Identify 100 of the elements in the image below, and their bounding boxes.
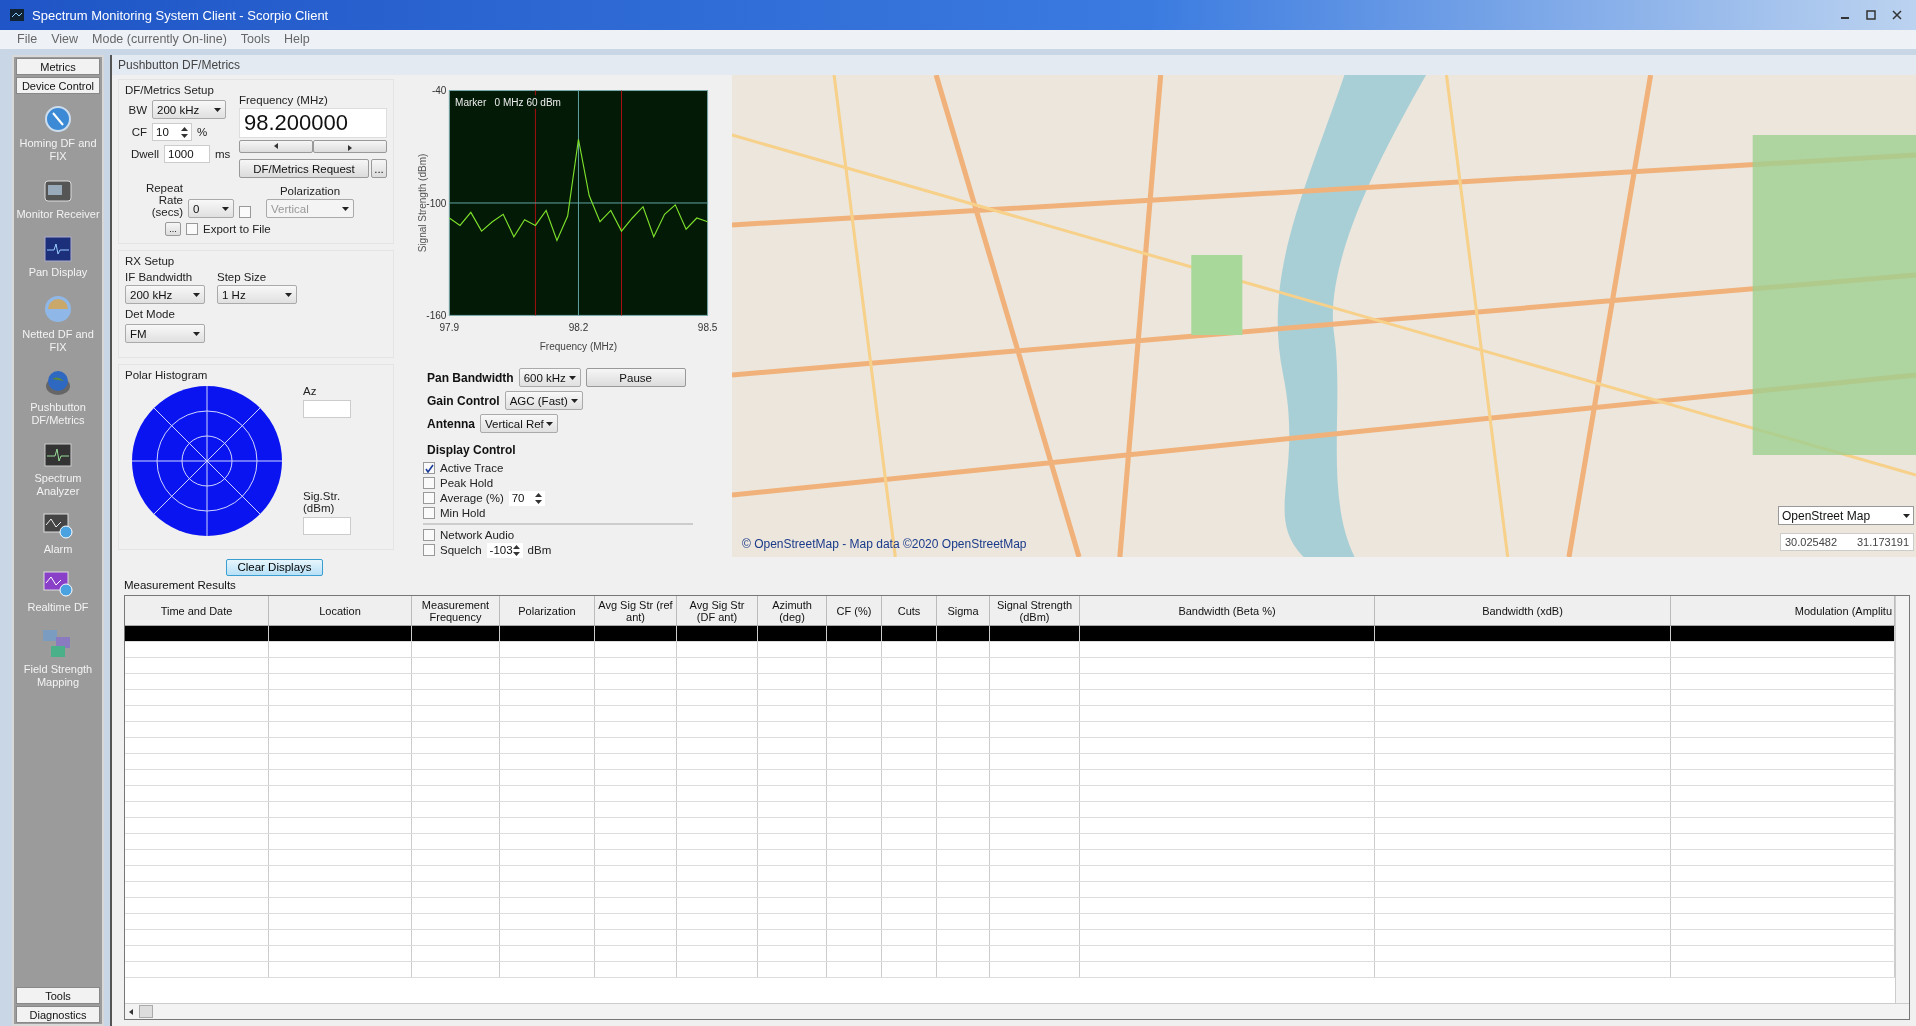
option-dropdown[interactable]: AGC (Fast) — [504, 391, 583, 410]
clear-displays-button[interactable]: Clear Displays — [226, 558, 323, 576]
sidebar-tab[interactable]: Tools — [16, 987, 100, 1004]
column-header[interactable]: Sigma — [937, 596, 990, 625]
dropdown-caret-icon — [568, 375, 576, 380]
checkbox-label: Average (%) — [440, 492, 504, 504]
tick-label: 98.2 — [568, 321, 589, 333]
receiver-device-icon — [44, 178, 72, 204]
menu-item[interactable]: File — [12, 30, 47, 49]
horizontal-scrollbar[interactable] — [125, 1003, 1909, 1019]
menu-item[interactable]: Tools — [235, 30, 279, 49]
request-button[interactable]: DF/Metrics Request — [239, 159, 369, 178]
control-label: Pan Bandwidth — [427, 370, 514, 385]
field-label: IF Bandwidth — [125, 271, 194, 283]
frequency-field[interactable]: 98.200000 — [239, 108, 387, 138]
menu-item[interactable]: Mode (currently On-line) — [87, 30, 236, 49]
spinner-arrows-icon[interactable] — [534, 492, 542, 504]
table-row[interactable] — [125, 626, 1895, 642]
column-header[interactable]: Time and Date — [125, 596, 269, 625]
menu-item[interactable]: View — [46, 30, 88, 49]
section-title: Measurement Results — [123, 578, 237, 593]
vertical-scrollbar[interactable] — [1895, 596, 1909, 1003]
if-bandwidth-dropdown[interactable]: 200 kHz — [125, 285, 205, 304]
checkbox[interactable] — [186, 223, 198, 235]
checkbox-label: Peak Hold — [440, 477, 494, 489]
group-title: DF/Metrics Setup — [125, 84, 215, 96]
det-mode-dropdown[interactable]: FM — [125, 324, 205, 343]
dropdown-caret-icon — [570, 398, 578, 403]
signal-strength-field — [303, 517, 351, 535]
sidebar-tab[interactable]: Device Control — [16, 77, 100, 94]
tick-label: -40 — [431, 85, 447, 97]
option-dropdown[interactable]: 600 kHz — [518, 368, 581, 387]
step-size-dropdown[interactable]: 1 Hz — [217, 285, 297, 304]
latitude-text: 30.025482 — [1785, 536, 1837, 548]
increment-button[interactable] — [313, 140, 387, 153]
azimuth-field — [303, 400, 351, 418]
map-layer-dropdown[interactable]: OpenStreet Map — [1778, 506, 1914, 525]
column-header[interactable]: Signal Strength (dBm) — [990, 596, 1080, 625]
section-title: Display Control — [427, 443, 517, 457]
dropdown-caret-icon — [546, 421, 553, 426]
map-attribution: © OpenStreetMap - Map data ©2020 OpenStreetMap — [742, 537, 1027, 551]
field-label: CF — [130, 126, 147, 138]
field-label: Sig.Str. (dBm) — [303, 490, 342, 514]
decrement-button[interactable] — [239, 140, 313, 153]
field-label: Det Mode — [125, 308, 176, 320]
pause-button[interactable]: Pause — [585, 368, 686, 387]
option-dropdown[interactable]: Vertical Ref — [480, 414, 558, 433]
cf-spin-field[interactable]: 10 — [152, 123, 192, 141]
checkbox[interactable] — [423, 492, 435, 504]
repeat-dropdown[interactable]: 0 — [188, 199, 234, 218]
dropdown-caret-icon — [285, 292, 292, 297]
spectrum-analyzer-icon — [44, 442, 72, 468]
dropdown-caret-icon — [1903, 513, 1910, 518]
checkbox[interactable] — [423, 507, 435, 519]
checkbox-label: Export to File — [203, 223, 271, 235]
scrollbar-thumb[interactable] — [139, 1005, 153, 1018]
sidebar-tab[interactable]: Diagnostics — [16, 1006, 100, 1023]
spinner-arrows-icon[interactable] — [181, 126, 188, 138]
spinner-arrows-icon[interactable] — [512, 544, 520, 556]
column-header[interactable]: Polarization — [500, 596, 595, 625]
tick-label: 98.5 — [697, 321, 718, 333]
globe-button-icon — [44, 369, 72, 397]
checkbox[interactable] — [239, 206, 251, 218]
checkbox[interactable] — [423, 529, 435, 541]
globe-icon — [43, 294, 73, 324]
column-header[interactable]: Location — [269, 596, 412, 625]
alarm-clock-icon — [43, 513, 73, 539]
window-title: Spectrum Monitoring System Client - Scorpio Client — [32, 7, 330, 23]
column-header[interactable]: CF (%) — [827, 596, 882, 625]
browse-button[interactable]: ... — [165, 222, 181, 236]
column-header[interactable]: Bandwidth (xdB) — [1375, 596, 1671, 625]
sidebar-tab[interactable]: Metrics — [16, 58, 100, 75]
panel-title: Pushbutton DF/Metrics — [112, 55, 1916, 75]
axis-title: Frequency (MHz) — [539, 340, 618, 352]
checkbox-label: Active Trace — [440, 462, 504, 474]
column-header[interactable]: Bandwidth (Beta %) — [1080, 596, 1375, 625]
spin-field[interactable]: 70 — [508, 490, 545, 506]
bandwidth-dropdown[interactable]: 200 kHz — [152, 100, 226, 119]
column-header[interactable]: Measurement Frequency — [412, 596, 500, 625]
checkbox[interactable] — [423, 462, 435, 474]
menu-item[interactable]: Help — [279, 30, 319, 49]
dropdown-caret-icon — [222, 206, 229, 211]
checkbox[interactable] — [423, 544, 435, 556]
column-header[interactable]: Azimuth (deg) — [758, 596, 827, 625]
unit-label: dBm — [527, 544, 552, 556]
more-button[interactable]: ... — [371, 159, 387, 178]
column-header[interactable]: Cuts — [882, 596, 937, 625]
checkbox[interactable] — [423, 477, 435, 489]
dropdown-caret-icon — [193, 292, 200, 297]
column-header[interactable]: Avg Sig Str (DF ant) — [677, 596, 758, 625]
left-arrow-icon[interactable] — [129, 1008, 133, 1015]
unit-label: ms — [215, 148, 231, 160]
field-label: BW — [127, 103, 147, 116]
column-header[interactable]: Avg Sig Str (ref ant) — [595, 596, 677, 625]
group-title: Polar Histogram — [125, 369, 209, 381]
right-arrow-icon — [348, 145, 352, 151]
map-placeholder[interactable]: © OpenStreetMap - Map data ©2020 OpenStreetMap OpenStreet Map 30.025482 31.173191 — [732, 75, 1916, 557]
dwell-field[interactable]: 1000 — [164, 145, 210, 163]
spin-field[interactable]: -103 — [486, 542, 523, 558]
marker-readout: Marker 0 MHz 60 dBm — [455, 96, 561, 108]
